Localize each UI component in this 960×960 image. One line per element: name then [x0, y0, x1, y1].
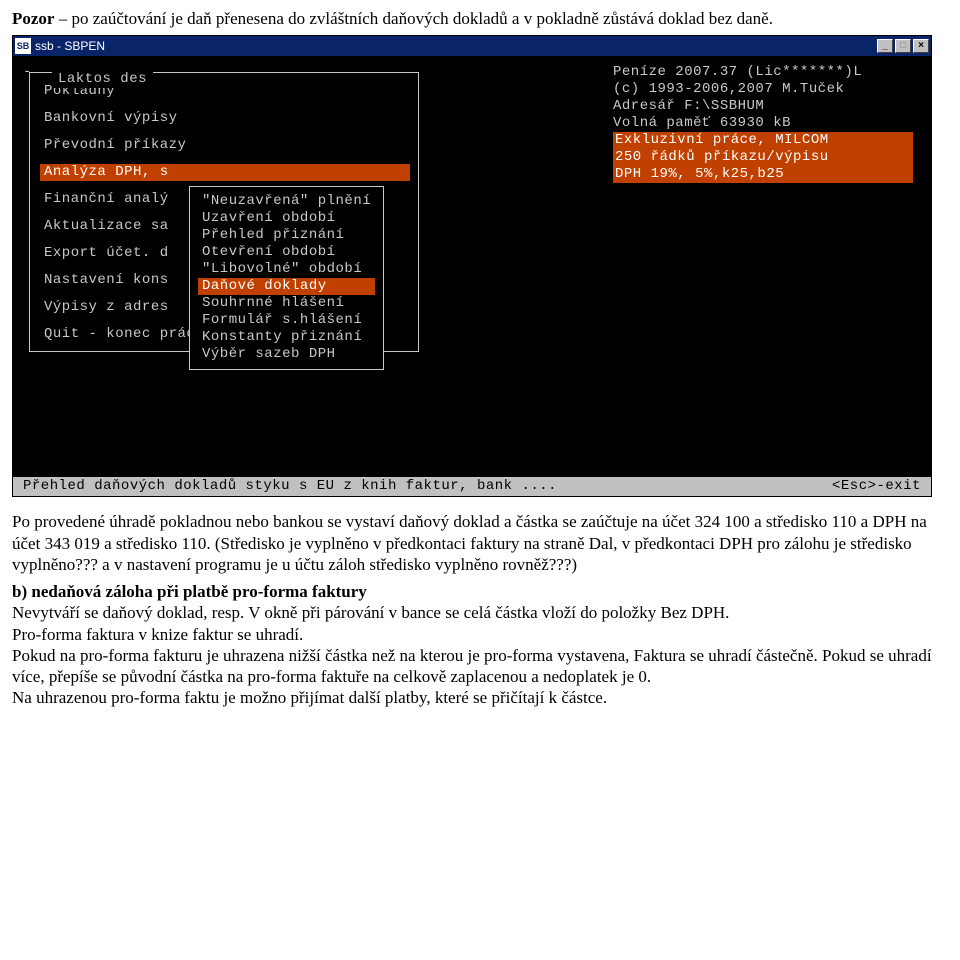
app-icon: SB	[15, 38, 31, 54]
paragraph-4: Pro-forma faktura v knize faktur se uhra…	[12, 625, 303, 644]
info-line: Adresář F:\SSBHUM	[613, 98, 913, 115]
submenu-item[interactable]: "Neuzavřená" plnění	[198, 193, 375, 210]
paragraph-3: Nevytváří se daňový doklad, resp. V okně…	[12, 603, 729, 622]
top-note: Pozor – po zaúčtování je daň přenesena d…	[12, 8, 948, 29]
close-button[interactable]: ×	[913, 39, 929, 53]
submenu-item[interactable]: Formulář s.hlášení	[198, 312, 375, 329]
section-b: b) nedaňová záloha při platbě pro-forma …	[12, 581, 948, 709]
menu-spacer	[40, 100, 410, 110]
submenu-item[interactable]: Přehled přiznání	[198, 227, 375, 244]
info-panel: Peníze 2007.37 (Lic*******)L(c) 1993-200…	[613, 64, 913, 183]
paragraph-6: Na uhrazenou pro-forma faktu je možno př…	[12, 688, 607, 707]
submenu-item[interactable]: Daňové doklady	[198, 278, 375, 295]
section-b-heading: b) nedaňová záloha při platbě pro-forma …	[12, 582, 367, 601]
submenu-item[interactable]: Uzavření období	[198, 210, 375, 227]
status-right: <Esc>-exit	[832, 478, 921, 495]
submenu: "Neuzavřená" plněníUzavření obdobíPřehle…	[189, 186, 384, 370]
paragraph-5: Pokud na pro-forma fakturu je uhrazena n…	[12, 646, 932, 686]
main-menu-item[interactable]: Analýza DPH, s	[40, 164, 410, 181]
main-menu-legend: Laktos des	[52, 71, 153, 88]
minimize-button[interactable]: _	[877, 39, 893, 53]
info-line: (c) 1993-2006,2007 M.Tuček	[613, 81, 913, 98]
main-menu-item[interactable]: Bankovní výpisy	[40, 110, 410, 127]
info-line: Volná paměť 63930 kB	[613, 115, 913, 132]
window-title: ssb - SBPEN	[35, 39, 877, 54]
info-highlight-line: 250 řádků příkazu/výpisu	[613, 149, 913, 166]
menu-spacer	[40, 127, 410, 137]
paragraph-2: Po provedené úhradě pokladnou nebo banko…	[12, 511, 948, 575]
submenu-item[interactable]: Souhrnné hlášení	[198, 295, 375, 312]
info-highlight-line: DPH 19%, 5%,k25,b25	[613, 166, 913, 183]
submenu-item[interactable]: "Libovolné" období	[198, 261, 375, 278]
status-left: Přehled daňových dokladů styku s EU z kn…	[23, 478, 557, 495]
main-menu-item[interactable]: Převodní příkazy	[40, 137, 410, 154]
menu-spacer	[40, 154, 410, 164]
dos-screen: - Laktos des PokladnyBankovní výpisyPřev…	[13, 56, 931, 496]
submenu-item[interactable]: Výběr sazeb DPH	[198, 346, 375, 363]
info-highlight-line: Exkluzivní práce, MILCOM	[613, 132, 913, 149]
top-note-label: Pozor	[12, 9, 54, 28]
maximize-button[interactable]: □	[895, 39, 911, 53]
status-bar: Přehled daňových dokladů styku s EU z kn…	[13, 477, 931, 496]
top-note-rest: – po zaúčtování je daň přenesena do zvlá…	[54, 9, 772, 28]
app-window: SB ssb - SBPEN _ □ × - Laktos des Poklad…	[12, 35, 932, 497]
titlebar: SB ssb - SBPEN _ □ ×	[13, 36, 931, 56]
window-buttons: _ □ ×	[877, 39, 929, 53]
submenu-item[interactable]: Otevření období	[198, 244, 375, 261]
info-line: Peníze 2007.37 (Lic*******)L	[613, 64, 913, 81]
submenu-item[interactable]: Konstanty přiznání	[198, 329, 375, 346]
